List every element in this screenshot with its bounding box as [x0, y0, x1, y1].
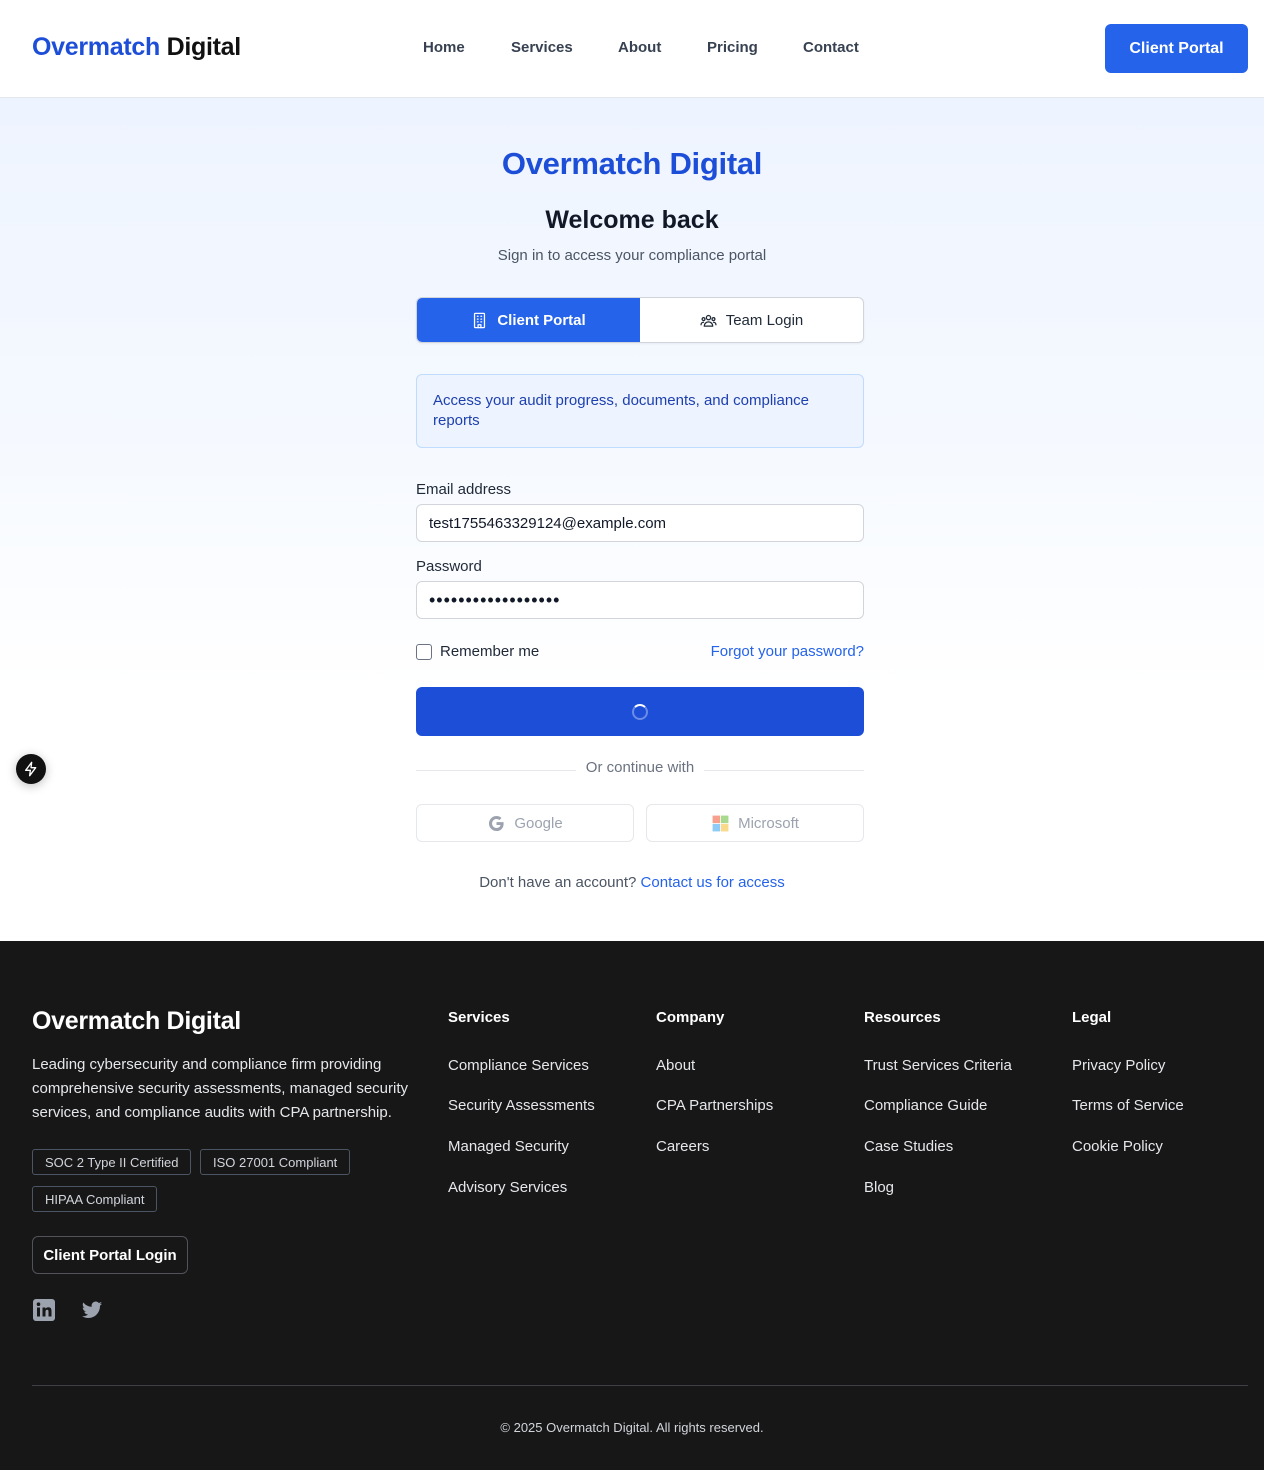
badge-iso27001: ISO 27001 Compliant	[200, 1149, 351, 1175]
footer-link-compliance-guide[interactable]: Compliance Guide	[864, 1097, 987, 1114]
building-icon	[474, 312, 486, 328]
footer-link-case-studies[interactable]: Case Studies	[864, 1138, 953, 1155]
signup-prompt-text: Don't have an account?	[479, 874, 637, 891]
nav-services[interactable]: Services	[511, 39, 573, 56]
lightning-icon	[25, 761, 37, 777]
tab-client-portal[interactable]: Client Portal	[417, 298, 640, 342]
remember-me-label: Remember me	[440, 643, 540, 660]
nav-about[interactable]: About	[618, 39, 661, 56]
portal-info-box: Access your audit progress, documents, a…	[416, 374, 864, 448]
footer-link-advisory-services[interactable]: Advisory Services	[448, 1179, 567, 1196]
copyright: © 2025 Overmatch Digital. All rights res…	[500, 1420, 764, 1435]
footer-brand: Overmatch Digital	[32, 1007, 241, 1035]
welcome-heading: Welcome back	[545, 206, 719, 234]
google-label: Google	[514, 814, 563, 832]
footer-link-compliance-services[interactable]: Compliance Services	[448, 1057, 589, 1074]
footer-link-cpa-partnerships[interactable]: CPA Partnerships	[656, 1097, 773, 1114]
login-brand-title: Overmatch Digital	[501, 146, 763, 181]
footer-link-careers[interactable]: Careers	[656, 1138, 709, 1155]
footer-link-privacy-policy[interactable]: Privacy Policy	[1072, 1057, 1165, 1074]
welcome-subtitle: Sign in to access your compliance portal	[497, 247, 767, 264]
google-sign-in-button[interactable]: Google	[416, 804, 634, 842]
nav-pricing[interactable]: Pricing	[707, 39, 758, 56]
email-label: Email address	[416, 481, 512, 498]
footer-link-cookie-policy[interactable]: Cookie Policy	[1072, 1138, 1163, 1155]
floating-action-button[interactable]	[16, 754, 46, 784]
remember-me-checkbox[interactable]	[416, 643, 432, 660]
email-field[interactable]	[416, 504, 864, 542]
linkedin-link[interactable]	[32, 1298, 56, 1322]
footer-resources-title: Resources	[864, 1009, 941, 1026]
contact-access-link[interactable]: Contact us for access	[641, 874, 785, 891]
microsoft-icon	[712, 815, 729, 831]
google-icon	[489, 815, 504, 831]
divider-text: Or continue with	[576, 759, 704, 781]
login-type-tabs: Client Portal Team Login	[416, 297, 864, 343]
footer-link-security-assessments[interactable]: Security Assessments	[448, 1097, 595, 1114]
footer-divider	[32, 1385, 1248, 1386]
users-icon	[700, 314, 717, 327]
site-header: Overmatch Digital Home Services About Pr…	[0, 0, 1264, 98]
footer-description: Leading cybersecurity and compliance fir…	[32, 1056, 408, 1121]
microsoft-sign-in-button[interactable]: Microsoft	[646, 804, 864, 842]
footer-link-blog[interactable]: Blog	[864, 1179, 894, 1196]
sign-in-button[interactable]	[416, 687, 864, 736]
microsoft-label: Microsoft	[738, 814, 799, 832]
password-label: Password	[416, 558, 482, 575]
footer-link-trust-services-criteria[interactable]: Trust Services Criteria	[864, 1057, 1012, 1074]
site-footer: Overmatch Digital Leading cybersecurity …	[0, 941, 1264, 1470]
footer-link-terms-of-service[interactable]: Terms of Service	[1072, 1097, 1184, 1114]
logo-primary: Overmatch	[32, 33, 160, 61]
linkedin-icon	[33, 1299, 55, 1321]
nav-home[interactable]: Home	[423, 39, 465, 56]
footer-services-title: Services	[448, 1009, 510, 1026]
badge-soc2: SOC 2 Type II Certified	[32, 1149, 192, 1175]
client-portal-login-button[interactable]: Client Portal Login	[32, 1236, 188, 1274]
twitter-icon	[81, 1301, 103, 1318]
nav-contact[interactable]: Contact	[803, 39, 859, 56]
remember-me[interactable]: Remember me	[416, 643, 539, 660]
tab-team-login[interactable]: Team Login	[640, 298, 863, 342]
footer-company-title: Company	[656, 1009, 725, 1026]
badge-hipaa: HIPAA Compliant	[32, 1186, 158, 1212]
footer-legal-title: Legal	[1072, 1009, 1112, 1026]
client-portal-button[interactable]: Client Portal	[1105, 24, 1248, 73]
twitter-link[interactable]	[80, 1298, 104, 1322]
footer-link-about[interactable]: About	[656, 1057, 695, 1074]
footer-link-managed-security[interactable]: Managed Security	[448, 1138, 569, 1155]
tab-team-login-label: Team Login	[725, 311, 804, 329]
logo-secondary: Digital	[166, 33, 242, 61]
logo[interactable]: Overmatch Digital	[32, 33, 241, 62]
tab-client-portal-label: Client Portal	[497, 311, 586, 329]
password-field[interactable]	[416, 581, 864, 619]
forgot-password-link[interactable]: Forgot your password?	[700, 643, 864, 660]
signup-prompt: Don't have an account? Contact us for ac…	[0, 874, 1264, 891]
loading-spinner-icon	[632, 703, 648, 720]
